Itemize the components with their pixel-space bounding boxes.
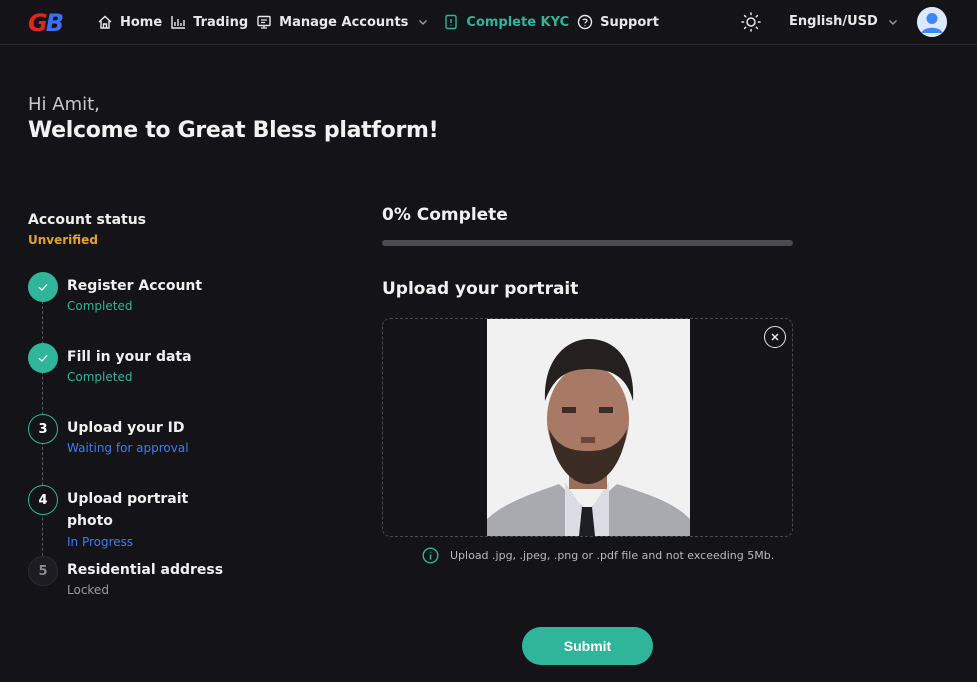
step-title: Register Account <box>67 278 203 294</box>
close-icon <box>771 333 779 341</box>
step-number: 4 <box>28 485 58 515</box>
step-status: Completed <box>67 370 133 384</box>
nav-trading[interactable]: Trading <box>170 14 248 30</box>
step-title: Upload your ID <box>67 420 185 436</box>
account-status-label: Account status <box>28 212 147 228</box>
step-title: Fill in your data <box>67 349 192 365</box>
gb-logo[interactable]: GB <box>28 9 64 37</box>
kyc-steps: Register Account Completed Fill in your … <box>28 272 228 602</box>
sun-icon[interactable] <box>740 11 762 33</box>
step-status: In Progress <box>67 535 134 549</box>
user-avatar[interactable] <box>917 7 947 37</box>
nav-home[interactable]: Home <box>97 14 162 30</box>
submit-button[interactable]: Submit <box>522 627 653 665</box>
progress-label: 0% Complete <box>382 205 508 225</box>
greeting-text: Hi Amit, <box>28 94 100 115</box>
check-icon <box>28 343 58 373</box>
nav-support[interactable]: Support <box>577 14 659 30</box>
nav-complete-kyc[interactable]: Complete KYC <box>443 14 569 30</box>
chevron-down-icon[interactable] <box>418 17 428 27</box>
nav-manage-accounts[interactable]: Manage Accounts <box>256 14 435 30</box>
step-number: 3 <box>28 414 58 444</box>
user-icon <box>917 7 947 37</box>
top-navigation-bar: GB Home Trading Manage Accounts Complete… <box>0 0 977 45</box>
info-icon <box>422 547 439 564</box>
home-icon <box>98 15 112 29</box>
welcome-heading: Welcome to Great Bless platform! <box>28 118 439 143</box>
step-number: 5 <box>28 556 58 586</box>
step-title: Residential address <box>67 562 224 578</box>
account-status-badge: Unverified <box>28 233 98 247</box>
main-nav: Home Trading Manage Accounts Complete KY… <box>97 0 667 44</box>
chevron-down-icon <box>888 19 897 25</box>
portrait-preview-image <box>487 319 690 536</box>
check-icon <box>28 272 58 302</box>
monitor-icon <box>257 15 271 29</box>
remove-image-button[interactable] <box>764 326 786 348</box>
document-alert-icon <box>445 14 458 30</box>
bar-chart-icon <box>171 16 186 29</box>
step-status: Locked <box>67 583 109 597</box>
step-status: Completed <box>67 299 133 313</box>
upload-hint: Upload .jpg, .jpeg, .png or .pdf file an… <box>422 547 774 564</box>
portrait-dropzone[interactable] <box>382 318 793 537</box>
step-title: Upload portrait photo <box>67 491 189 529</box>
help-circle-icon <box>577 14 593 30</box>
upload-title: Upload your portrait <box>382 279 579 299</box>
progress-bar <box>382 240 793 246</box>
language-selector[interactable]: English/USD <box>789 14 898 29</box>
step-status: Waiting for approval <box>67 441 189 455</box>
